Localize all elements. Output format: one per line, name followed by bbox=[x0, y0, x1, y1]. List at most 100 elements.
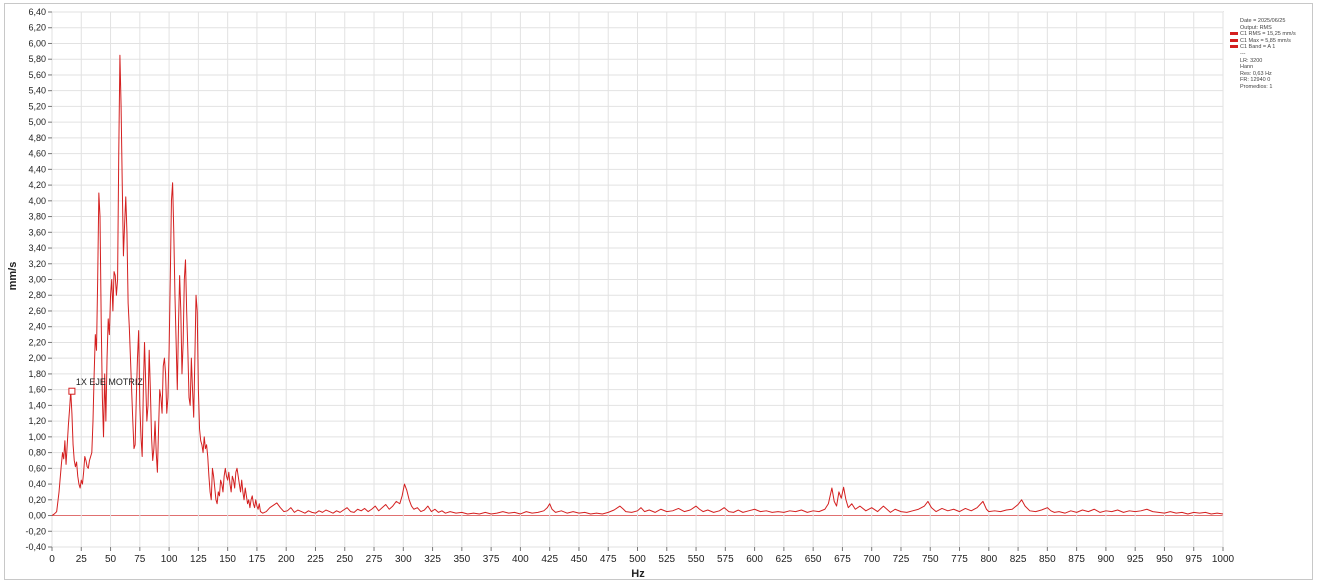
x-tick-label: 375 bbox=[483, 554, 500, 565]
y-tick-label: 0,00 bbox=[28, 511, 46, 521]
x-tick-label: 75 bbox=[134, 554, 146, 565]
y-tick-label: 4,40 bbox=[28, 164, 46, 174]
y-tick-label: 5,00 bbox=[28, 117, 46, 127]
legend-series-label: C1 RMS = 15,25 mm/s bbox=[1240, 31, 1296, 38]
x-tick-label: 525 bbox=[658, 554, 675, 565]
legend-separator: --- bbox=[1240, 50, 1246, 57]
x-tick-label: 575 bbox=[717, 554, 734, 565]
grid-lines bbox=[51, 11, 1224, 548]
x-tick-label: 725 bbox=[893, 554, 910, 565]
x-tick-label: 325 bbox=[424, 554, 441, 565]
y-tick-label: 5,80 bbox=[28, 54, 46, 64]
x-tick-label: 750 bbox=[922, 554, 939, 565]
x-tick-label: 0 bbox=[49, 554, 55, 565]
x-tick-label: 650 bbox=[805, 554, 822, 565]
x-tick-label: 675 bbox=[834, 554, 851, 565]
x-tick-label: 1000 bbox=[1212, 554, 1235, 565]
x-tick-label: 225 bbox=[307, 554, 324, 565]
legend-output: Output: RMS bbox=[1240, 24, 1272, 31]
x-tick-label: 800 bbox=[980, 554, 997, 565]
y-axis-ticks: -0,40 -0,20 0,00 0,20 0,40 0,60 0,80 1,00 1,20 1,… bbox=[25, 7, 52, 552]
x-tick-label: 825 bbox=[1010, 554, 1027, 565]
x-tick-label: 875 bbox=[1068, 554, 1085, 565]
x-tick-label: 400 bbox=[512, 554, 529, 565]
y-tick-label: 4,00 bbox=[28, 196, 46, 206]
y-tick-label: 1,20 bbox=[28, 416, 46, 426]
x-tick-label: 250 bbox=[336, 554, 353, 565]
legend-resolution: Res: 0,63 Hz bbox=[1240, 70, 1272, 77]
y-tick-label: 3,20 bbox=[28, 259, 46, 269]
y-tick-label: 2,60 bbox=[28, 306, 46, 316]
y-tick-label: 0,60 bbox=[28, 463, 46, 473]
legend-fr: FR: 12940 0 bbox=[1240, 77, 1271, 84]
x-tick-label: 850 bbox=[1039, 554, 1056, 565]
y-tick-label: 6,40 bbox=[28, 7, 46, 17]
y-tick-label: 5,60 bbox=[28, 70, 46, 80]
y-tick-label: 5,20 bbox=[28, 101, 46, 111]
y-tick-label: 3,60 bbox=[28, 227, 46, 237]
y-tick-label: 2,00 bbox=[28, 353, 46, 363]
y-tick-label: -0,40 bbox=[25, 542, 46, 552]
legend-series-label: C1 Max = 5,85 mm/s bbox=[1240, 37, 1291, 44]
legend-lines: LR: 3200 bbox=[1240, 57, 1263, 64]
legend-swatch bbox=[1230, 45, 1238, 49]
y-tick-label: 6,00 bbox=[28, 38, 46, 48]
x-tick-label: 100 bbox=[161, 554, 178, 565]
x-tick-label: 150 bbox=[219, 554, 236, 565]
y-tick-label: 1,60 bbox=[28, 385, 46, 395]
y-tick-label: 3,40 bbox=[28, 243, 46, 253]
x-tick-label: 925 bbox=[1127, 554, 1144, 565]
legend-averages: Promedios: 1 bbox=[1240, 83, 1273, 90]
y-tick-label: -0,20 bbox=[25, 526, 46, 536]
y-tick-label: 5,40 bbox=[28, 86, 46, 96]
x-tick-label: 350 bbox=[454, 554, 471, 565]
y-tick-label: 0,80 bbox=[28, 448, 46, 458]
legend-swatch bbox=[1230, 38, 1238, 42]
x-tick-label: 475 bbox=[600, 554, 617, 565]
legend-series-item[interactable]: C1 Band = A 1 bbox=[1230, 44, 1310, 51]
y-axis-label: mm/s bbox=[7, 262, 19, 291]
x-tick-label: 450 bbox=[571, 554, 588, 565]
x-tick-label: 25 bbox=[76, 554, 88, 565]
x-tick-label: 125 bbox=[190, 554, 207, 565]
legend-series-label: C1 Band = A 1 bbox=[1240, 44, 1276, 51]
y-tick-label: 1,00 bbox=[28, 432, 46, 442]
legend-date: Date = 2025/06/25 bbox=[1240, 18, 1286, 24]
x-tick-label: 550 bbox=[688, 554, 705, 565]
y-tick-label: 3,80 bbox=[28, 212, 46, 222]
x-tick-label: 500 bbox=[629, 554, 646, 565]
peak-marker bbox=[68, 387, 76, 395]
x-tick-label: 175 bbox=[249, 554, 266, 565]
x-axis-ticks: 0 25 50 75 100 125 150 175 200 225 250 275 300 325 350… bbox=[49, 547, 1235, 565]
legend-series-item[interactable]: C1 Max = 5,85 mm/s bbox=[1230, 38, 1310, 45]
y-tick-label: 6,20 bbox=[28, 23, 46, 33]
x-tick-label: 700 bbox=[863, 554, 880, 565]
y-tick-label: 2,80 bbox=[28, 290, 46, 300]
legend-panel: Date = 2025/06/25 Output: RMS C1 RMS = 1… bbox=[1230, 18, 1310, 91]
spectrum-chart: -0,40 -0,20 0,00 0,20 0,40 0,60 0,80 1,00 1,20 1,… bbox=[7, 7, 1235, 580]
y-tick-label: 0,40 bbox=[28, 479, 46, 489]
x-tick-label: 900 bbox=[1098, 554, 1115, 565]
x-tick-label: 425 bbox=[541, 554, 558, 565]
x-tick-label: 50 bbox=[105, 554, 117, 565]
x-tick-label: 275 bbox=[366, 554, 383, 565]
y-tick-label: 4,80 bbox=[28, 133, 46, 143]
x-axis-label: Hz bbox=[631, 568, 645, 580]
x-tick-label: 775 bbox=[951, 554, 968, 565]
y-tick-label: 0,20 bbox=[28, 495, 46, 505]
y-tick-label: 4,60 bbox=[28, 149, 46, 159]
y-tick-label: 4,20 bbox=[28, 180, 46, 190]
legend-window: Hann bbox=[1240, 64, 1254, 71]
legend-series-item[interactable]: C1 RMS = 15,25 mm/s bbox=[1230, 31, 1310, 38]
marker-annotation: 1X EJE MOTRIZ bbox=[76, 377, 144, 387]
y-tick-label: 3,00 bbox=[28, 275, 46, 285]
y-tick-label: 1,80 bbox=[28, 369, 46, 379]
legend-swatch bbox=[1230, 32, 1238, 36]
x-tick-label: 950 bbox=[1156, 554, 1173, 565]
x-tick-label: 300 bbox=[395, 554, 412, 565]
x-tick-label: 200 bbox=[278, 554, 295, 565]
y-tick-label: 2,20 bbox=[28, 337, 46, 347]
y-tick-label: 1,40 bbox=[28, 400, 46, 410]
x-tick-label: 625 bbox=[776, 554, 793, 565]
y-tick-label: 2,40 bbox=[28, 322, 46, 332]
